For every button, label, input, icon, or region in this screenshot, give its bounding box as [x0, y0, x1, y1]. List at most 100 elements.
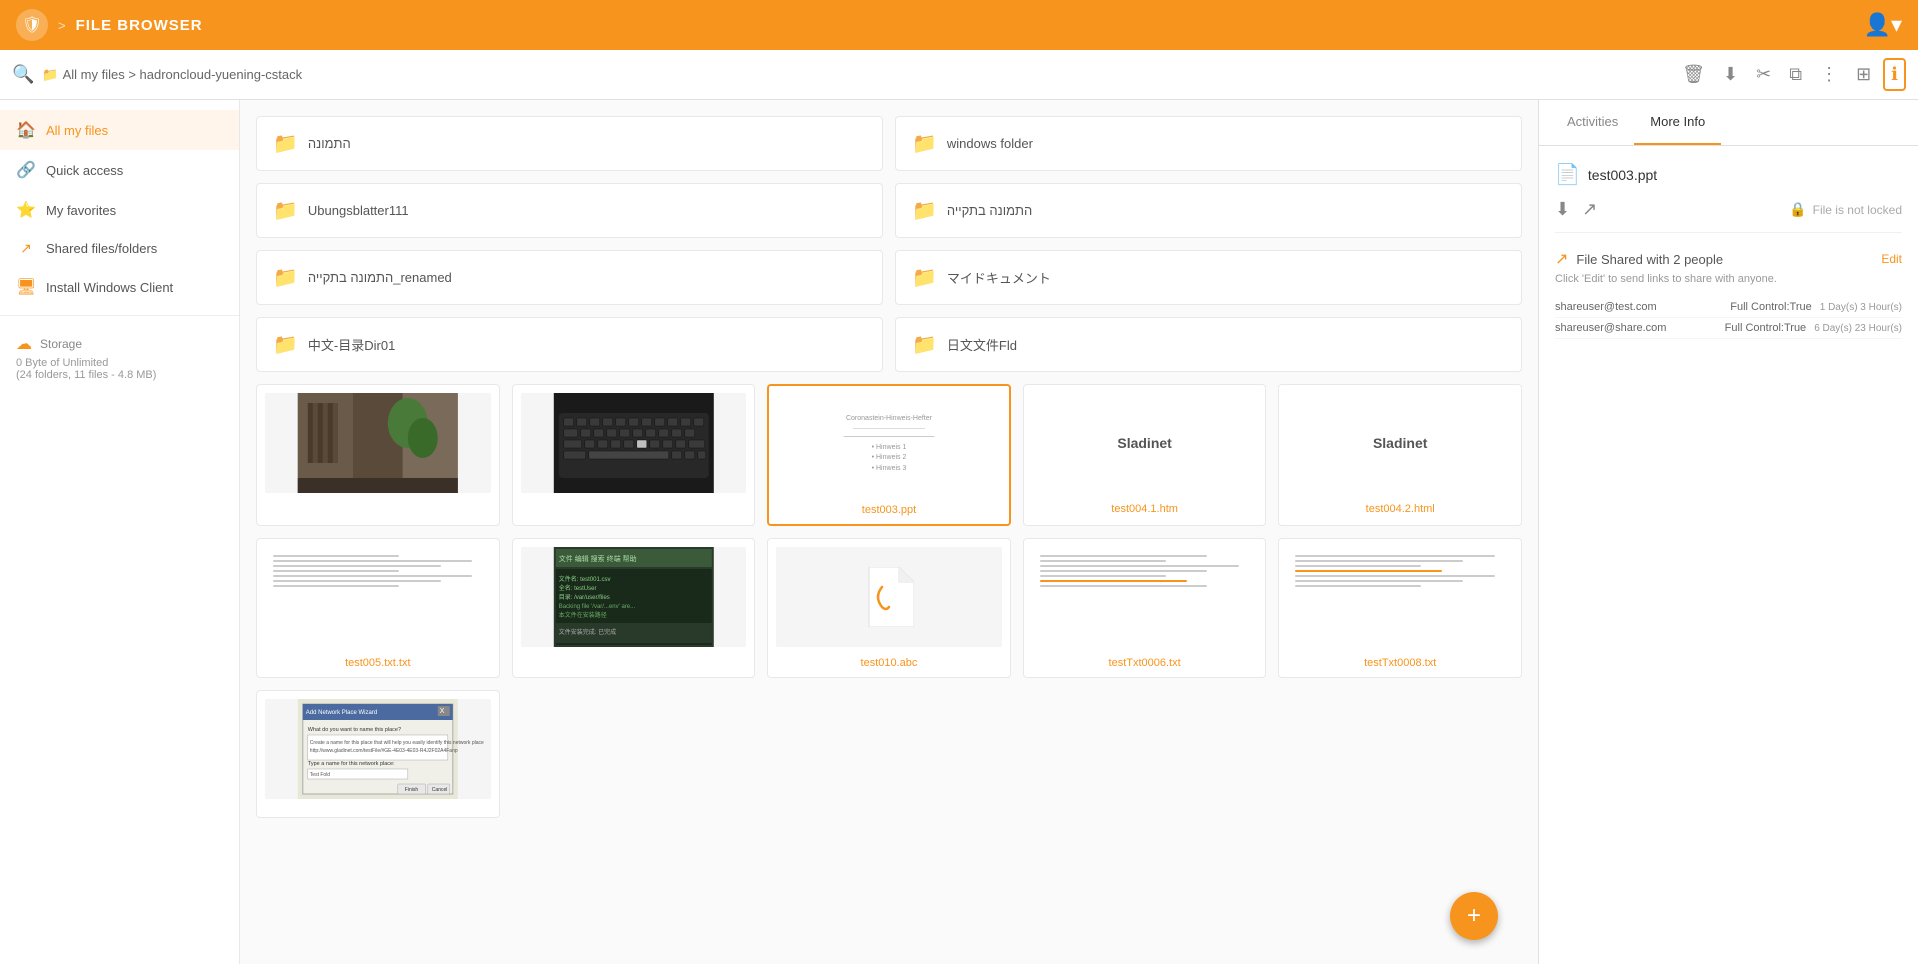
share-icon: ↗: [16, 240, 36, 257]
sidebar-item-quick-access[interactable]: 🔗 Quick access: [0, 150, 239, 190]
folder-item[interactable]: 📁 中文-目录Dir01: [256, 317, 883, 372]
share-row-2: shareuser@share.com Full Control:True 6 …: [1555, 318, 1902, 339]
file-thumbnail-test010: [776, 547, 1002, 647]
file-item-img4[interactable]: Add Network Place Wizard X What do you w…: [256, 690, 500, 818]
star-icon: ⭐: [16, 200, 36, 220]
file-thumbnail-img4: Add Network Place Wizard X What do you w…: [265, 699, 491, 799]
gladinet-logo-2: Sladinet: [1373, 435, 1427, 451]
folder-icon: 📁: [912, 265, 937, 290]
folder-name: התמונה בתקייה_renamed: [308, 270, 452, 285]
link-icon: 🔗: [16, 160, 36, 180]
sidebar-item-shared-files[interactable]: ↗ Shared files/folders: [0, 230, 239, 267]
file-item-testtxt0008[interactable]: testTxt0008.txt: [1278, 538, 1522, 678]
search-icon[interactable]: 🔍: [12, 64, 34, 85]
file-name-testtxt0006: testTxt0006.txt: [1109, 657, 1181, 669]
svg-text:文件 编辑 搜索 终端 帮助: 文件 编辑 搜索 终端 帮助: [558, 554, 636, 563]
toolbar: 🔍 📁 All my files > hadroncloud-yuening-c…: [0, 50, 1918, 100]
sidebar-item-all-my-files[interactable]: 🏠 All my files: [0, 110, 239, 150]
folder-icon: 📁: [273, 198, 298, 223]
share-edit-link[interactable]: Edit: [1881, 252, 1902, 266]
toolbar-actions: 🗑 ⬇ ✂ ⧉ ⋮ ⊞ ℹ: [1676, 58, 1906, 91]
folder-row-2: 📁 Ubungsblatter111 📁 התמונה בתקייה: [256, 183, 1522, 238]
sidebar-item-label: Quick access: [46, 163, 123, 178]
monitor-icon: 🖥: [16, 277, 36, 297]
cut-button[interactable]: ✂: [1750, 60, 1777, 89]
delete-button[interactable]: 🗑: [1676, 60, 1711, 89]
folder-icon: 📁: [912, 332, 937, 357]
folder-name: windows folder: [947, 136, 1033, 151]
app-header: 🛡 > FILE BROWSER 👤▾: [0, 0, 1918, 50]
main-layout: 🏠 All my files 🔗 Quick access ⭐ My favor…: [0, 100, 1918, 964]
breadcrumb-path: 📁 All my files > hadroncloud-yuening-cst…: [42, 67, 1668, 83]
svg-text:What do you want to name this: What do you want to name this place?: [308, 727, 401, 733]
sidebar-item-install-windows[interactable]: 🖥 Install Windows Client: [0, 267, 239, 307]
copy-button[interactable]: ⧉: [1783, 60, 1808, 89]
file-name-test003: test003.ppt: [862, 504, 916, 516]
folder-item[interactable]: 📁 התמונה בתקייה_renamed: [256, 250, 883, 305]
file-item-test004-1[interactable]: Sladinet test004.1.htm: [1023, 384, 1267, 526]
folder-item[interactable]: 📁 日文文件Fld: [895, 317, 1522, 372]
file-actions-row: ⬇ ↗ 🔒 File is not locked: [1555, 199, 1902, 233]
file-info-name: test003.ppt: [1588, 167, 1657, 183]
share-title: File Shared with 2 people: [1576, 252, 1723, 267]
file-name-test004-1: test004.1.htm: [1111, 503, 1178, 515]
folder-row-3: 📁 התמונה בתקייה_renamed 📁 マイドキュメント: [256, 250, 1522, 305]
file-thumbnail-test004-1: Sladinet: [1032, 393, 1258, 493]
user-menu-icon[interactable]: 👤▾: [1864, 12, 1902, 38]
svg-text:全名: testUser: 全名: testUser: [558, 584, 596, 592]
app-title: FILE BROWSER: [76, 17, 203, 34]
share-file-icon[interactable]: ↗: [1582, 199, 1597, 220]
storage-count: (24 folders, 11 files - 4.8 MB): [16, 369, 223, 381]
info-panel-button[interactable]: ℹ: [1883, 58, 1906, 91]
file-item-test003[interactable]: Coronastein-Hinweis-Hefter —————————————…: [767, 384, 1011, 526]
folder-item[interactable]: 📁 Ubungsblatter111: [256, 183, 883, 238]
fab-add-button[interactable]: +: [1450, 892, 1498, 940]
svg-text:X: X: [440, 708, 445, 715]
breadcrumb-separator: >: [58, 18, 66, 33]
folder-name: 中文-目录Dir01: [308, 335, 395, 354]
download-button[interactable]: ⬇: [1717, 60, 1744, 89]
file-item-test005[interactable]: test005.txt.txt: [256, 538, 500, 678]
file-item-img2[interactable]: [512, 384, 756, 526]
file-name-testtxt0008: testTxt0008.txt: [1364, 657, 1436, 669]
file-item-test010[interactable]: test010.abc: [767, 538, 1011, 678]
file-thumbnail-test004-2: Sladinet: [1287, 393, 1513, 493]
sidebar-divider: [0, 315, 239, 316]
svg-text:Test Fold: Test Fold: [310, 772, 331, 778]
share-table: shareuser@test.com Full Control:True 1 D…: [1555, 297, 1902, 339]
folder-item[interactable]: 📁 マイドキュメント: [895, 250, 1522, 305]
file-info-header: 📄 test003.ppt: [1555, 162, 1902, 187]
folder-item[interactable]: 📁 התמונה בתקייה: [895, 183, 1522, 238]
svg-text:目录: /var/user/files: 目录: /var/user/files: [558, 593, 609, 601]
file-grid-row-1: Coronastein-Hinweis-Hefter —————————————…: [256, 384, 1522, 526]
download-file-icon[interactable]: ⬇: [1555, 199, 1570, 220]
storage-label: Storage: [40, 337, 82, 351]
file-item-test004-2[interactable]: Sladinet test004.2.html: [1278, 384, 1522, 526]
folder-icon: 📁: [273, 265, 298, 290]
file-thumbnail-testtxt0008: [1287, 547, 1513, 647]
folder-item[interactable]: 📁 התמונה: [256, 116, 883, 171]
share-email-1: shareuser@test.com: [1555, 301, 1722, 313]
file-item-img1[interactable]: [256, 384, 500, 526]
lock-icon: 🔒: [1789, 201, 1806, 218]
folder-name: 日文文件Fld: [947, 335, 1017, 354]
file-name-test004-2: test004.2.html: [1366, 503, 1435, 515]
tab-activities[interactable]: Activities: [1551, 100, 1634, 145]
folder-row-1: 📁 התמונה 📁 windows folder: [256, 116, 1522, 171]
lock-status: File is not locked: [1813, 203, 1902, 217]
folder-icon: 📁: [912, 131, 937, 156]
grid-view-button[interactable]: ⊞: [1850, 60, 1877, 89]
main-content: 📁 התמונה 📁 windows folder 📁 Ubungsblatte…: [240, 100, 1538, 964]
lock-info: 🔒 File is not locked: [1789, 201, 1902, 218]
path-text: All my files > hadroncloud-yuening-cstac…: [63, 67, 303, 82]
svg-text:Finish: Finish: [405, 787, 419, 793]
folder-item[interactable]: 📁 windows folder: [895, 116, 1522, 171]
sidebar-item-label: Shared files/folders: [46, 241, 157, 256]
file-item-img3[interactable]: 文件 编辑 搜索 终端 帮助 文件名: test001.csv 全名: test…: [512, 538, 756, 678]
sidebar-item-my-favorites[interactable]: ⭐ My favorites: [0, 190, 239, 230]
right-panel: Activities More Info 📄 test003.ppt ⬇ ↗ 🔒…: [1538, 100, 1918, 964]
file-item-testtxt0006[interactable]: testTxt0006.txt: [1023, 538, 1267, 678]
tab-more-info[interactable]: More Info: [1634, 100, 1721, 145]
more-options-button[interactable]: ⋮: [1814, 60, 1844, 89]
share-section: ↗ File Shared with 2 people Edit Click '…: [1555, 249, 1902, 339]
